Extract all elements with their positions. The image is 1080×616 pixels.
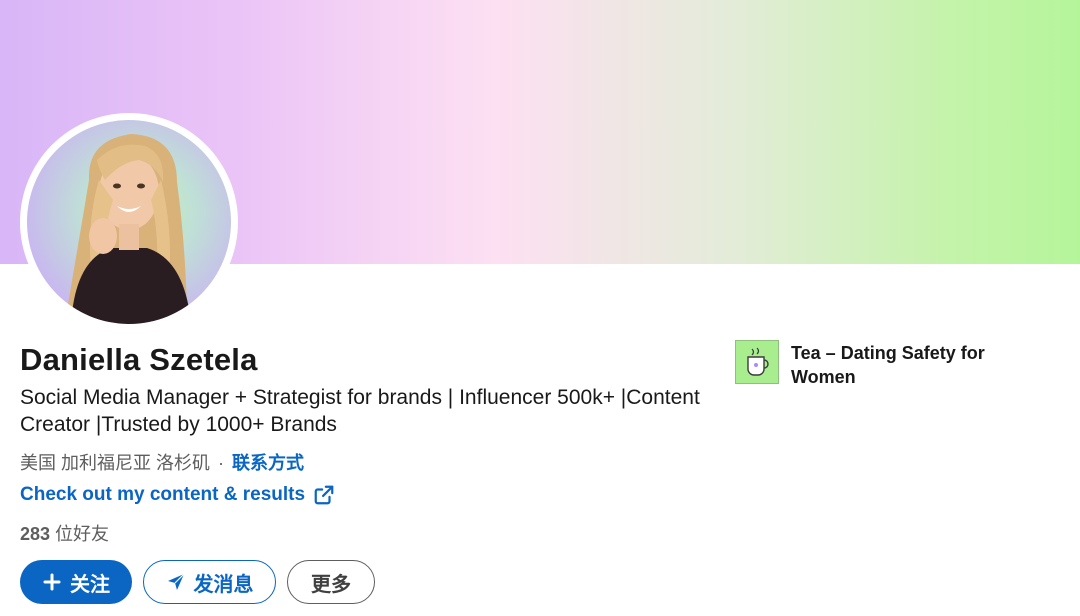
plus-icon [43, 573, 61, 591]
more-button-label: 更多 [311, 573, 351, 596]
current-company[interactable]: Tea – Dating Safety for Women [735, 340, 1021, 389]
connections-count[interactable]: 283 位好友 [20, 520, 109, 546]
follow-button-label: 关注 [70, 573, 110, 596]
avatar-portrait-icon [67, 134, 191, 324]
more-button[interactable]: 更多 [287, 560, 375, 604]
profile-name: Daniella Szetela [20, 342, 258, 377]
follow-button[interactable]: 关注 [20, 560, 132, 604]
website-link-label: Check out my content & results [20, 484, 306, 505]
location-row: 美国 加利福尼亚 洛杉矶 · 联系方式 [20, 449, 304, 475]
message-button[interactable]: 发消息 [143, 560, 276, 604]
connections-suffix: 位好友 [50, 524, 110, 544]
location-text: 美国 加利福尼亚 洛杉矶 [20, 453, 211, 473]
external-link-icon [314, 485, 334, 505]
message-button-label: 发消息 [193, 573, 254, 596]
company-name: Tea – Dating Safety for Women [791, 343, 985, 387]
send-icon [167, 573, 184, 590]
tea-cup-icon [747, 347, 769, 376]
avatar[interactable] [27, 120, 231, 324]
company-logo [735, 340, 779, 384]
profile-headline: Social Media Manager + Strategist for br… [20, 386, 700, 436]
location-separator: · [218, 453, 225, 473]
connections-number: 283 [20, 524, 51, 544]
contact-info-link[interactable]: 联系方式 [232, 453, 304, 473]
website-link[interactable]: Check out my content & results [20, 484, 335, 506]
